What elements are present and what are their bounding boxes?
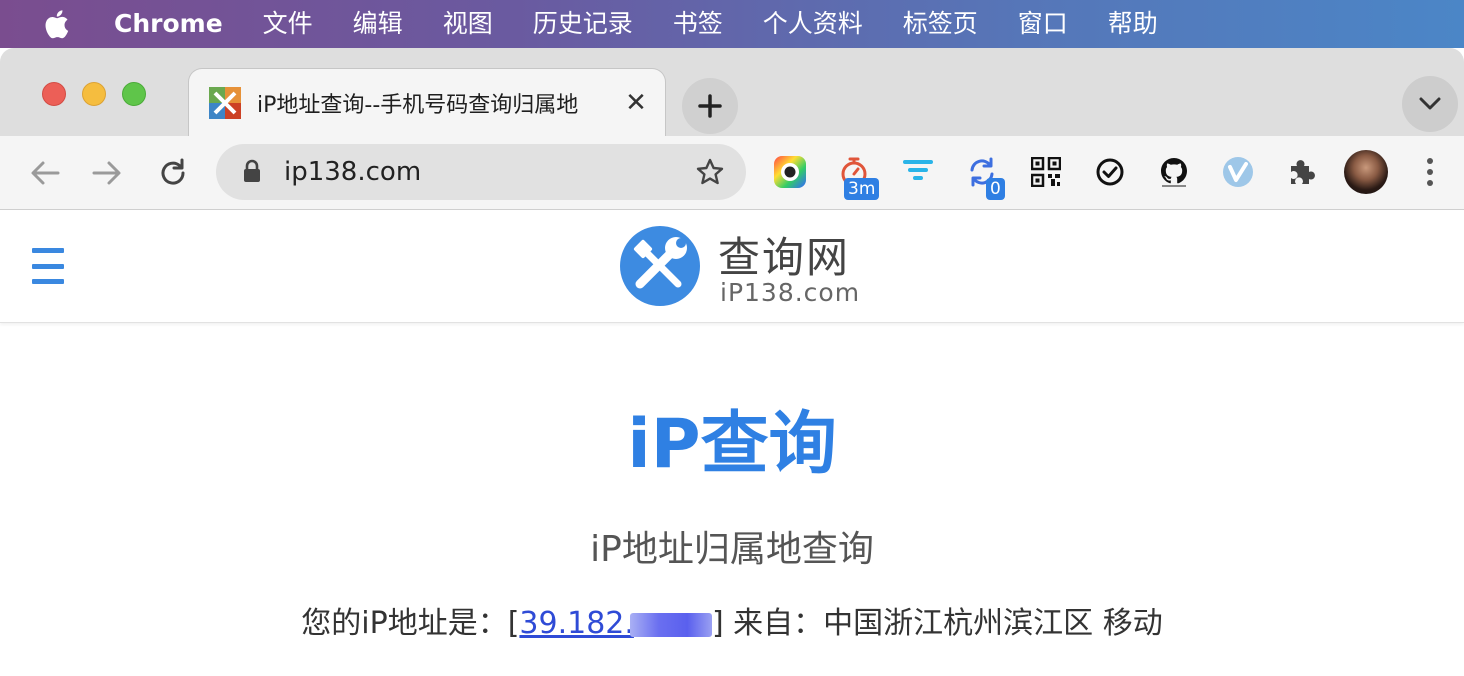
color-picker-icon[interactable]: [770, 152, 810, 192]
logo-domain-text: iP138.com: [720, 278, 861, 307]
qr-code-icon[interactable]: [1026, 152, 1066, 192]
filter-icon[interactable]: [898, 152, 938, 192]
sync-badge: 0: [986, 178, 1005, 200]
macos-menu-bar: Chrome 文件 编辑 视图 历史记录 书签 个人资料 标签页 窗口 帮助: [0, 0, 1464, 48]
ip-info-line: 您的iP地址是：[39.182. ] 来自：中国浙江杭州滨江区 移动: [0, 598, 1464, 642]
github-icon[interactable]: [1154, 152, 1194, 192]
plus-icon: [698, 94, 722, 118]
arrow-right-icon: [92, 161, 121, 185]
more-menu-icon[interactable]: [1418, 152, 1442, 192]
tab-strip: iP地址查询--手机号码查询归属地 ✕: [0, 48, 1464, 136]
menu-edit[interactable]: 编辑: [333, 0, 423, 48]
site-header: 查询网 iP138.com: [0, 210, 1464, 323]
ip-prefix-text: 您的iP地址是：[: [301, 606, 520, 641]
zoom-window-button[interactable]: [122, 82, 146, 106]
browser-toolbar: ip138.com 3m 0: [0, 136, 1464, 210]
menu-window[interactable]: 窗口: [998, 0, 1088, 48]
site-favicon-icon: [209, 86, 241, 119]
puzzle-icon[interactable]: [1282, 152, 1322, 192]
menu-profiles[interactable]: 个人资料: [743, 0, 883, 48]
timer-icon[interactable]: 3m: [834, 152, 880, 200]
ip-location-text: ] 来自：中国浙江杭州滨江区 移动: [711, 606, 1163, 641]
site-logo[interactable]: 查询网 iP138.com: [620, 224, 860, 308]
timer-badge: 3m: [844, 178, 880, 200]
menu-view[interactable]: 视图: [423, 0, 513, 48]
menu-help[interactable]: 帮助: [1088, 0, 1178, 48]
apple-logo-icon[interactable]: [40, 8, 72, 40]
logo-chinese-text: 查询网: [718, 233, 851, 282]
menu-bookmarks[interactable]: 书签: [653, 0, 743, 48]
menu-app-name[interactable]: Chrome: [72, 0, 243, 48]
bookmark-star-icon[interactable]: [694, 156, 726, 188]
arrow-left-icon: [31, 161, 60, 185]
forward-button[interactable]: [88, 154, 126, 192]
ip-address-link[interactable]: 39.182.: [519, 606, 712, 641]
page-title: iP查询: [627, 405, 837, 484]
hamburger-menu-icon[interactable]: [32, 248, 64, 284]
refresh-sync-icon[interactable]: 0: [962, 152, 1005, 200]
vimeo-icon[interactable]: [1218, 152, 1258, 192]
check-circle-icon[interactable]: [1090, 152, 1130, 192]
address-bar[interactable]: ip138.com: [216, 144, 746, 200]
page-subtitle: iP地址归属地查询: [590, 529, 874, 570]
new-tab-button[interactable]: [682, 78, 738, 134]
tab-search-button[interactable]: [1402, 76, 1458, 132]
menu-history[interactable]: 历史记录: [513, 0, 653, 48]
ip-address-value: 39.182.: [519, 606, 634, 641]
reload-icon: [161, 158, 185, 185]
back-button[interactable]: [26, 154, 64, 192]
chevron-down-icon: [1419, 97, 1441, 110]
minimize-window-button[interactable]: [82, 82, 106, 106]
tab-close-icon[interactable]: ✕: [623, 88, 649, 118]
redaction-block: [629, 612, 712, 637]
tab-active[interactable]: iP地址查询--手机号码查询归属地 ✕: [188, 68, 666, 136]
tools-logo-icon: [620, 226, 700, 306]
url-text[interactable]: ip138.com: [284, 157, 694, 187]
close-window-button[interactable]: [42, 82, 66, 106]
tab-title: iP地址查询--手机号码查询归属地: [257, 92, 579, 118]
menu-tab[interactable]: 标签页: [883, 0, 998, 48]
profile-avatar[interactable]: [1344, 150, 1388, 194]
menu-file[interactable]: 文件: [243, 0, 333, 48]
lock-icon[interactable]: [242, 159, 264, 185]
reload-button[interactable]: [154, 154, 192, 192]
